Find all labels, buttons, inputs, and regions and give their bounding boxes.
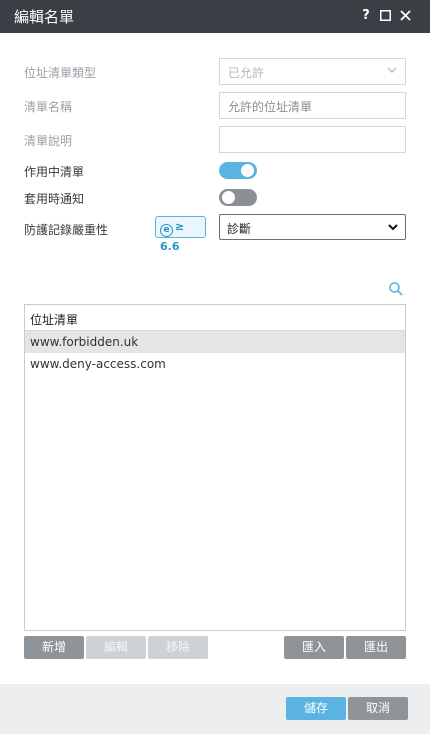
cancel-button[interactable]: 取消 (348, 697, 408, 720)
search-icon[interactable] (388, 281, 404, 297)
list-item[interactable]: www.deny-access.com (25, 353, 405, 375)
maximize-icon (379, 10, 391, 21)
export-button[interactable]: 匯出 (346, 636, 406, 659)
save-button[interactable]: 儲存 (286, 697, 346, 720)
add-button[interactable]: 新增 (24, 636, 84, 659)
list-type-value: 已允許 (228, 66, 265, 80)
chevron-down-icon (388, 224, 398, 231)
log-severity-select[interactable]: 診斷 (219, 214, 406, 240)
chevron-down-icon (387, 67, 397, 73)
list-description-label: 清單說明 (24, 134, 73, 148)
import-button[interactable]: 匯入 (284, 636, 344, 659)
notify-on-apply-label: 套用時通知 (24, 192, 85, 206)
list-item[interactable]: www.forbidden.uk (25, 331, 405, 353)
log-severity-value: 診斷 (227, 222, 252, 236)
list-type-select[interactable]: 已允許 (219, 58, 406, 85)
address-list-header: 位址清單 (25, 305, 405, 331)
log-severity-label: 防護記錄嚴重性 (24, 223, 109, 237)
list-type-label: 位址清單類型 (24, 66, 97, 80)
close-button[interactable] (396, 6, 414, 26)
edit-button[interactable]: 編輯 (86, 636, 146, 659)
title-bar: 編輯名單 ? (0, 0, 430, 33)
address-list-panel: 位址清單 www.forbidden.uk www.deny-access.co… (24, 304, 406, 631)
toggle-knob (222, 191, 235, 204)
list-name-input[interactable]: 允許的位址清單 (219, 92, 406, 119)
product-e-icon: e (160, 224, 173, 237)
notify-on-apply-toggle[interactable] (219, 189, 257, 206)
active-list-toggle[interactable] (219, 162, 257, 179)
maximize-button[interactable] (376, 6, 394, 26)
product-version-badge: e ≥ 6.6 (155, 216, 206, 253)
list-name-value: 允許的位址清單 (228, 100, 313, 114)
close-icon (399, 10, 411, 21)
window-title: 編輯名單 (14, 8, 75, 26)
active-list-label: 作用中清單 (24, 165, 85, 179)
help-button[interactable]: ? (357, 6, 375, 26)
list-description-input[interactable] (219, 126, 406, 153)
list-name-label: 清單名稱 (24, 100, 73, 114)
remove-button[interactable]: 移除 (148, 636, 208, 659)
toggle-knob (241, 164, 254, 177)
